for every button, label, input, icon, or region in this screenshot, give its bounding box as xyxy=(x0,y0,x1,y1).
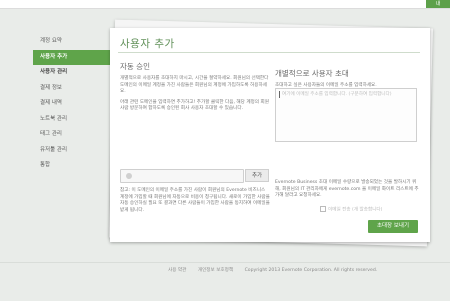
sidebar-item-add-user[interactable]: 사용자 추가 xyxy=(33,49,116,65)
invite-section: 개별적으로 사용자 초대 초대하고 싶은 사용자들의 이메일 주소를 입력하세요… xyxy=(275,68,423,198)
invite-note: Evernote Business 초대 이메일 수량으로 발송되었는 것을 발… xyxy=(275,180,419,199)
terms-link[interactable]: 사용 약관 xyxy=(168,268,186,273)
domain-input[interactable] xyxy=(120,169,244,183)
account-button[interactable]: 내 xyxy=(426,0,450,8)
send-email-checkbox-row[interactable]: 이메일 전송 (개 발송합니다) xyxy=(320,206,382,213)
copyright-text: Copyright 2013 Evernote Corporation. All… xyxy=(244,268,378,273)
page-title: 사용자 추가 xyxy=(120,38,175,50)
auto-approve-heading: 자동 승인 xyxy=(120,62,150,71)
add-domain-button[interactable]: 추가 xyxy=(245,169,269,182)
privacy-link[interactable]: 개인정보 보호정책 xyxy=(198,268,233,273)
auto-approve-description: 개별적으로 사용자를 초대하지 마시고, 시간을 절약하세요. 회원님의 선택한… xyxy=(120,76,269,95)
sidebar-item-tool-management[interactable]: 유저툴 관리 xyxy=(33,143,110,159)
email-textarea[interactable]: 여기에 이메일 주소를 입력합니다. (구분하여 입력합니다) xyxy=(275,88,417,142)
email-textarea-placeholder: 여기에 이메일 주소를 입력합니다. (구분하여 입력합니다) xyxy=(282,92,392,97)
sidebar-item-billing-history[interactable]: 결제 내역 xyxy=(33,96,110,112)
sidebar-item-tag-management[interactable]: 태그 관리 xyxy=(33,127,110,143)
page-footer: 사용 약관 개인정보 보호정책 Copyright 2013 Evernote … xyxy=(0,262,450,301)
sidebar-item-integration[interactable]: 통합 xyxy=(33,158,110,174)
sidebar-item-notebook-management[interactable]: 노트북 관리 xyxy=(33,112,110,128)
send-invite-button[interactable]: 초대장 보내기 xyxy=(368,220,418,233)
add-user-panel: 사용자 추가 자동 승인 개별적으로 사용자를 초대하지 마시고, 시간을 절약… xyxy=(110,28,430,242)
sidebar-item-account-summary[interactable]: 계정 요약 xyxy=(33,34,110,50)
sidebar-item-billing-info[interactable]: 결제 정보 xyxy=(33,81,110,97)
auto-approve-instructions: 아래 관련 도메인을 입력하면 추가하고! 추가할 클릭한 다음, 해당 계정의… xyxy=(120,99,269,112)
send-email-checkbox-label: 이메일 전송 (개 발송합니다) xyxy=(328,207,383,213)
domain-row: 추가 xyxy=(120,169,270,183)
invite-heading: 개별적으로 사용자 초대 xyxy=(275,69,349,78)
auto-approve-section: 자동 승인 개별적으로 사용자를 초대하지 마시고, 시간을 절약하세요. 회원… xyxy=(120,58,270,213)
top-bar: 내 xyxy=(0,0,450,9)
checkbox-icon[interactable] xyxy=(320,206,326,212)
text-caret xyxy=(279,91,280,98)
sidebar-item-manage-users[interactable]: 사용자 관리 xyxy=(33,65,110,81)
sidebar: 계정 요약 사용자 추가 사용자 관리 결제 정보 결제 내역 노트북 관리 태… xyxy=(33,34,116,174)
globe-icon xyxy=(126,173,132,179)
title-divider xyxy=(118,52,420,53)
auto-approve-note: 참고: 이 도메인의 이메일 주소를 가진 사람이 회원님의 Evernote … xyxy=(120,188,270,213)
